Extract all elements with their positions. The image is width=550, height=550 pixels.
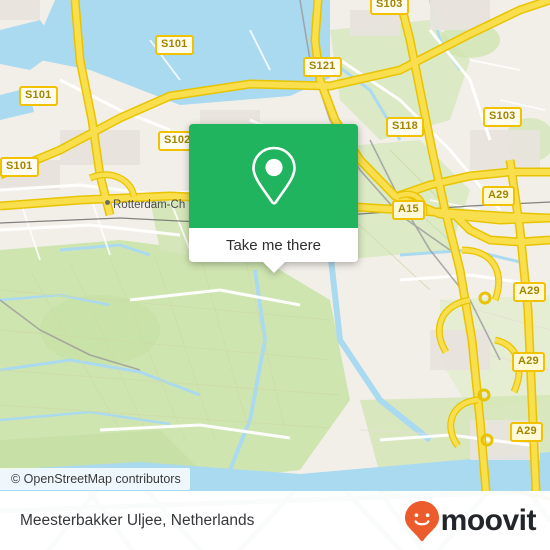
map-pin-icon xyxy=(251,146,296,205)
road-shield-a29-4: A29 xyxy=(510,422,543,442)
road-shield-s103-top: S103 xyxy=(370,0,409,15)
take-me-there-label: Take me there xyxy=(225,236,322,254)
map-canvas[interactable]: Rotterdam-Ch S103 S101 S121 S101 S103 S1… xyxy=(0,0,550,491)
popup-tail-pointer xyxy=(262,262,285,273)
road-shield-s101-edge: S101 xyxy=(0,157,39,177)
road-shield-s101-top: S101 xyxy=(155,35,194,55)
place-label-rotterdam: Rotterdam-Ch xyxy=(113,199,186,211)
osm-attribution[interactable]: © OpenStreetMap contributors xyxy=(0,468,190,490)
moovit-wordmark: moovit xyxy=(440,503,537,537)
road-shield-s103-right: S103 xyxy=(483,107,522,127)
road-shield-a15: A15 xyxy=(392,200,425,220)
popup-header xyxy=(189,124,358,228)
place-marker-dot xyxy=(105,200,110,205)
road-shield-a29-1: A29 xyxy=(482,186,515,206)
road-shield-s101-left: S101 xyxy=(19,86,58,106)
moovit-brand[interactable]: moovit xyxy=(404,500,537,542)
app-screen: Rotterdam-Ch S103 S101 S121 S101 S103 S1… xyxy=(0,0,550,550)
road-shield-a29-2: A29 xyxy=(513,282,546,302)
road-shield-s118: S118 xyxy=(386,117,424,137)
moovit-smiley-pin-icon xyxy=(404,500,439,541)
place-title: Meesterbakker Uljee, Netherlands xyxy=(20,511,255,529)
road-shield-s121: S121 xyxy=(303,57,342,77)
road-shield-a29-3: A29 xyxy=(512,352,545,372)
map-popup-callout[interactable]: Take me there xyxy=(189,124,358,273)
bottom-info-bar: Meesterbakker Uljee, Netherlands moovit xyxy=(0,491,550,550)
take-me-there-button[interactable]: Take me there xyxy=(189,228,358,262)
